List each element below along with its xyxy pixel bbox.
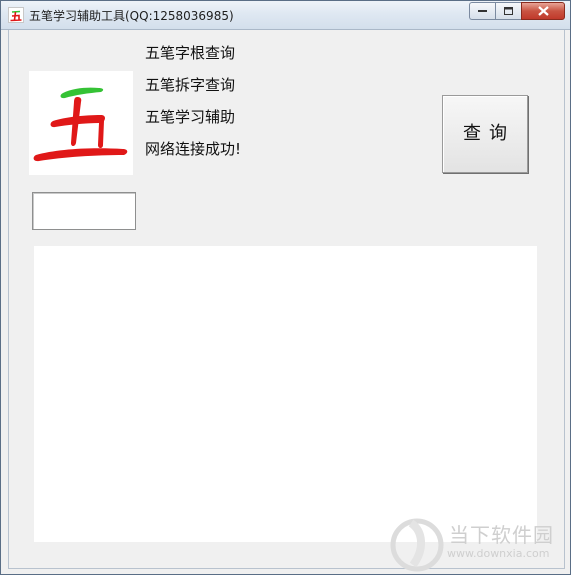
maximize-icon: [503, 6, 513, 15]
info-line-zigen: 五笔字根查询: [145, 44, 236, 62]
logo: [29, 71, 133, 175]
close-button[interactable]: [521, 2, 565, 20]
watermark: 当下软件园 www.downxia.com: [389, 515, 559, 573]
window-controls: [469, 2, 565, 22]
watermark-url: www.downxia.com: [447, 547, 550, 560]
wu-character-icon: [10, 10, 22, 22]
maximize-button[interactable]: [495, 2, 521, 20]
info-line-chaizi: 五笔拆字查询: [145, 76, 236, 94]
app-icon: [8, 7, 24, 23]
close-icon: [537, 6, 549, 16]
watermark-logo-icon: [390, 518, 444, 572]
title-bar[interactable]: 五笔学习辅助工具(QQ:1258036985): [1, 1, 570, 30]
character-input[interactable]: [32, 192, 136, 230]
client-area: 五笔字根查询 五笔拆字查询 五笔学习辅助 网络连接成功! 查询 当下软件园 ww…: [8, 30, 565, 572]
app-window: 五笔学习辅助工具(QQ:1258036985) 五笔字根查询 五笔拆字查询 五笔…: [0, 0, 571, 575]
minimize-icon: [477, 10, 487, 12]
watermark-brand: 当下软件园: [449, 523, 554, 547]
info-line-xuexi: 五笔学习辅助: [145, 108, 236, 126]
query-button[interactable]: 查询: [442, 95, 528, 173]
window-title: 五笔学习辅助工具(QQ:1258036985): [29, 9, 234, 23]
connection-status: 网络连接成功!: [145, 140, 242, 158]
wu-logo-icon: [33, 87, 128, 162]
result-area[interactable]: [34, 246, 537, 542]
minimize-button[interactable]: [469, 2, 495, 20]
